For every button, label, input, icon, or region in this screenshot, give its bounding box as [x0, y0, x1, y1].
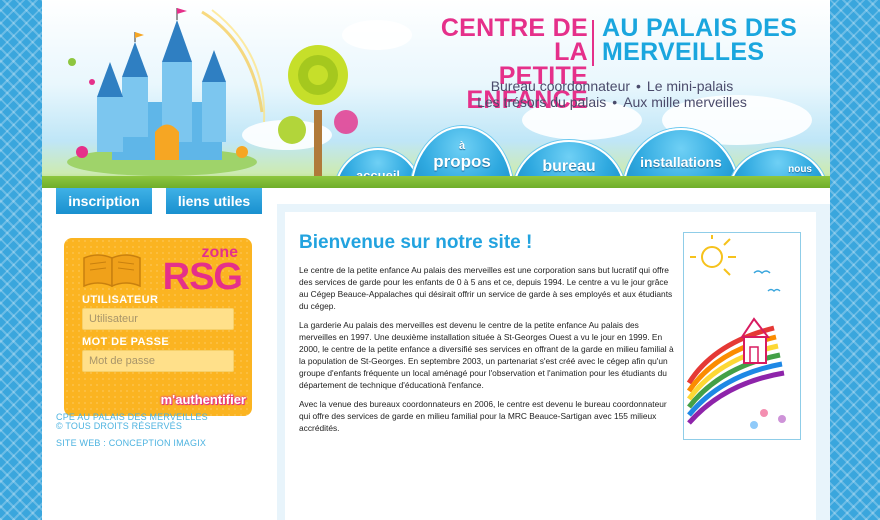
castle-icon: [67, 8, 266, 176]
bullet: •: [636, 78, 641, 94]
rsg-label: RSG: [162, 256, 243, 298]
zone-rsg-login: zone RSG UTILISATEUR MOT DE PASSE m'auth…: [64, 238, 252, 416]
title-right: AU PALAIS DES MERVEILLES: [602, 16, 797, 66]
tab-liens-utiles[interactable]: liens utiles: [166, 188, 262, 217]
link-bureau-coordonnateur[interactable]: Bureau coordonnateur: [491, 78, 630, 94]
nav-bureau-label: bureau: [542, 158, 596, 175]
authenticate-button[interactable]: m'authentifier: [161, 392, 246, 407]
username-input[interactable]: [82, 308, 234, 330]
nav-a-propos-top: à: [458, 140, 466, 152]
page-title: Bienvenue sur notre site !: [299, 232, 533, 253]
footer-credit-link[interactable]: SITE WEB : CONCEPTION IMAGIX: [56, 438, 206, 448]
link-mille-merveilles[interactable]: Aux mille merveilles: [623, 94, 747, 110]
paragraph: Le centre de la petite enfance Au palais…: [299, 265, 673, 311]
left-column: zone RSG UTILISATEUR MOT DE PASSE m'auth…: [42, 214, 272, 520]
link-tresors-palais[interactable]: Les trésors du palais: [477, 94, 606, 110]
title-divider: [592, 20, 594, 66]
nav-installations-label: installations: [640, 154, 722, 170]
house-drawing: [683, 232, 801, 440]
tab-inscription[interactable]: inscription: [56, 188, 152, 217]
grass-strip: [42, 176, 830, 188]
content-panel: Bienvenue sur notre site ! Le centre de …: [285, 212, 816, 520]
book-icon: [83, 254, 141, 288]
bullet: •: [612, 94, 618, 110]
header: CENTRE DE LA PETITE ENFANCE AU PALAIS DE…: [42, 0, 830, 188]
paragraph: Avec la venue des bureaux coordonnateurs…: [299, 399, 667, 433]
password-label: MOT DE PASSE: [82, 336, 170, 348]
footer-rights: © TOUS DROITS RÉSERVÉS: [56, 421, 183, 431]
nav-a-propos-label: propos: [433, 152, 491, 171]
title-left-line1: CENTRE DE LA: [440, 14, 588, 66]
site-container: CENTRE DE LA PETITE ENFANCE AU PALAIS DE…: [42, 0, 830, 520]
site-title: CENTRE DE LA PETITE ENFANCE AU PALAIS DE…: [406, 14, 816, 113]
subtitles: Bureau coordonnateur • Le mini-palais Les …: [422, 78, 802, 110]
username-label: UTILISATEUR: [82, 294, 159, 306]
title-right-line2: MERVEILLES: [602, 38, 765, 66]
password-input[interactable]: [82, 350, 234, 372]
link-mini-palais[interactable]: Le mini-palais: [647, 78, 733, 94]
paragraph: La garderie Au palais des merveilles est…: [299, 320, 674, 390]
main-content: Bienvenue sur notre site ! Le centre de …: [277, 204, 830, 520]
welcome-text: Le centre de la petite enfance Au palais…: [299, 264, 675, 441]
